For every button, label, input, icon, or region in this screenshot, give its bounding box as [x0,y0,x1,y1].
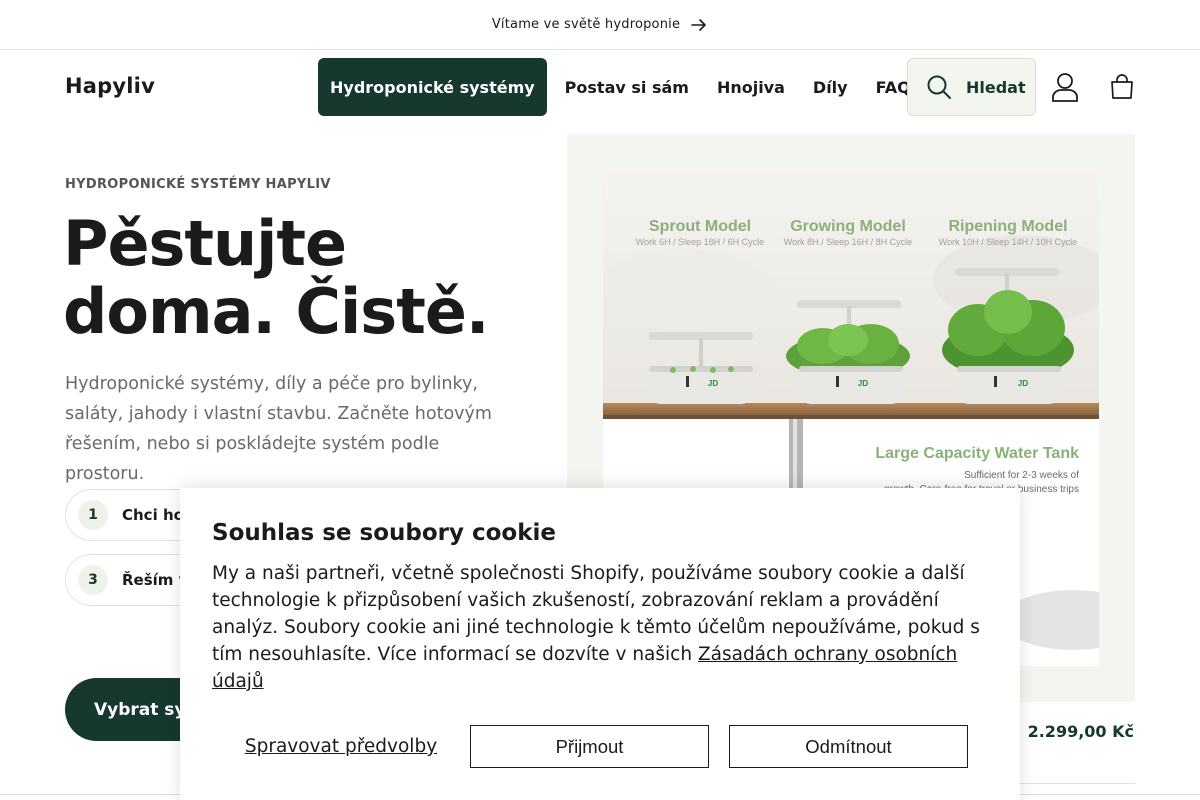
model-desc-growing: Work 8H / Sleep 16H / 8H Cycle [784,237,912,247]
headline-line-1: Pěstujte [63,207,347,280]
brand-label: JD [708,379,718,388]
model-desc-ripening: Work 10H / Sleep 14H / 10H Cycle [939,237,1077,247]
product-price: 2.299,00 Kč [1027,722,1134,741]
hero-eyebrow: HYDROPONICKÉ SYSTÉMY HAPYLIV [65,177,331,192]
brand-label: JD [858,379,868,388]
search-label: Hledat [966,77,1026,97]
nav-item-parts[interactable]: Díly [799,58,862,116]
search-button[interactable]: Hledat [907,58,1036,116]
site-logo[interactable]: Hapyliv [65,74,155,98]
search-icon [927,75,951,99]
hero-headline: Pěstujte doma. Čistě. [63,210,543,346]
model-title-sprout: Sprout Model [649,218,751,235]
tank-title: Large Capacity Water Tank [875,445,1079,462]
announcement-bar[interactable]: Vítame ve světě hydroponie [0,0,1200,50]
headline-line-2: doma. Čistě. [63,275,489,348]
arrow-right-icon [691,18,706,31]
accept-cookies-button[interactable]: Přijmout [470,725,709,768]
tank-desc-1: Sufficient for 2-3 weeks of [964,470,1079,481]
nav-item-fertilizers[interactable]: Hnojiva [703,58,799,116]
hero-lead-text: Hydroponické systémy, díly a péče pro by… [65,374,492,484]
cookie-title: Souhlas se soubory cookie [212,520,557,546]
nav-item-hydroponic-systems[interactable]: Hydroponické systémy [318,58,547,116]
brand-label: JD [1018,379,1028,388]
model-title-ripening: Ripening Model [948,218,1067,235]
model-title-growing: Growing Model [790,218,906,235]
step-number: 1 [78,500,108,530]
cookie-body: My a naši partneři, včetně společnosti S… [212,560,992,695]
cart-icon[interactable] [1110,74,1134,100]
decline-cookies-button[interactable]: Odmítnout [729,725,968,768]
model-desc-sprout: Work 6H / Sleep 18H / 6H Cycle [636,237,764,247]
nav-item-build-yourself[interactable]: Postav si sám [551,58,703,116]
divider [1020,783,1135,784]
main-nav: Hydroponické systémy Postav si sám Hnoji… [318,58,925,116]
cookie-consent-banner: Souhlas se soubory cookie My a naši part… [180,488,1020,800]
manage-preferences-link[interactable]: Spravovat předvolby [212,736,470,757]
step-label: Řeším v [122,571,189,589]
cookie-actions: Spravovat předvolby Přijmout Odmítnout [212,725,968,768]
step-number: 3 [78,565,108,595]
account-icon[interactable] [1051,72,1079,102]
announcement-text[interactable]: Vítame ve světě hydroponie [492,17,680,32]
